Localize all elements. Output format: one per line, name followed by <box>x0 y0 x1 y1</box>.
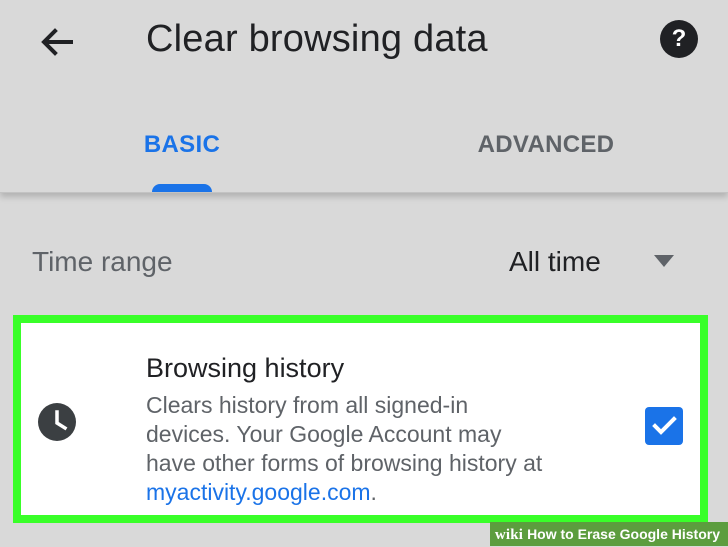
help-circle-icon: ? <box>671 25 687 52</box>
selected-tab-indicator <box>152 184 212 192</box>
top-app-bar: Clear browsing data ? BASIC ADVANCED <box>0 0 728 193</box>
page-title: Clear browsing data <box>146 18 488 60</box>
help-button[interactable]: ? <box>660 20 698 58</box>
browsing-history-description: Clears history from all signed-in device… <box>146 391 601 507</box>
description-line: Clears history from all signed-in <box>146 392 469 418</box>
time-range-row: Time range All time <box>0 235 728 289</box>
browsing-history-option[interactable]: Browsing history Clears history from all… <box>13 315 708 523</box>
description-line: have other forms of browsing history at <box>146 450 543 476</box>
myactivity-link[interactable]: myactivity.google.com <box>146 479 371 505</box>
clock-icon <box>38 403 76 441</box>
time-range-value: All time <box>509 246 601 277</box>
watermark-text: How to Erase Google History <box>527 526 720 542</box>
description-period: . <box>370 479 377 505</box>
tab-advanced[interactable]: ADVANCED <box>450 105 642 192</box>
wikihow-watermark: wiki How to Erase Google History <box>490 522 728 546</box>
tab-bar: BASIC ADVANCED <box>0 105 728 192</box>
browsing-history-checkbox[interactable] <box>645 407 683 445</box>
triangle-down-icon <box>654 255 674 267</box>
time-range-dropdown[interactable]: All time <box>490 237 695 285</box>
description-line: devices. Your Google Account may <box>146 421 502 447</box>
toolbar: Clear browsing data ? <box>0 0 728 84</box>
browsing-history-title: Browsing history <box>146 353 345 383</box>
tab-basic[interactable]: BASIC <box>110 105 254 192</box>
arrow-left-icon <box>41 28 73 56</box>
checkmark-icon <box>652 416 677 435</box>
activity-link-line: myactivity.google.com. <box>146 478 601 507</box>
back-button[interactable] <box>32 18 80 66</box>
watermark-brand: wiki <box>494 527 524 543</box>
time-range-label: Time range <box>32 246 173 277</box>
